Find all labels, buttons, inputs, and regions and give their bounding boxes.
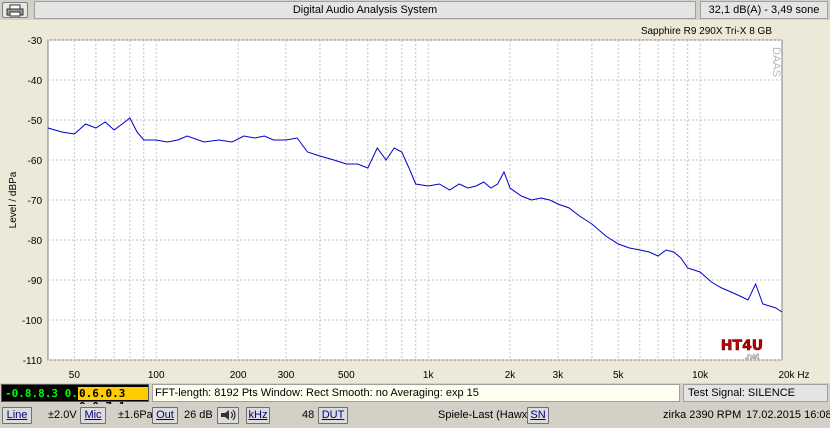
sn-button[interactable]: SN [527, 407, 549, 424]
date-time: 17.02.2015 16:08:31 [746, 409, 830, 421]
spectrum-chart: -30 -40 -50 -60 -70 -80 -90 -100 -110 50 100 200 300… [0, 20, 830, 383]
x-tick-label: 10k [692, 370, 709, 381]
title-bar: Digital Audio Analysis System 32,1 dB(A)… [0, 0, 830, 20]
x-tick-label: 500 [338, 370, 355, 381]
window-title: Digital Audio Analysis System [34, 1, 696, 19]
rpm-readout: zirka 2390 RPM [663, 409, 742, 421]
lcd-readout-2: 0.6.0.3 0.0.7.1 [78, 387, 148, 413]
sample-rate: 48 [302, 409, 315, 421]
x-tick-label: 200 [230, 370, 247, 381]
voltage-range: ±2.0V [48, 409, 77, 421]
spectrum-chart-svg: -30 -40 -50 -60 -70 -80 -90 -100 -110 50 100 200 300… [8, 26, 810, 381]
x-tick-label: 50 [69, 370, 81, 381]
x-tick-label: 5k [613, 370, 625, 381]
y-tick-label: -40 [28, 76, 43, 87]
x-tick-label: 2k [505, 370, 517, 381]
x-tick-label: 100 [148, 370, 165, 381]
x-tick-label: 3k [553, 370, 565, 381]
load-label: Spiele-Last (Hawx) [438, 409, 531, 421]
daas-watermark: DAAS [770, 47, 782, 77]
out-button[interactable]: Out [152, 407, 178, 424]
fft-info: FFT-length: 8192 Pts Window: Rect Smooth… [152, 384, 680, 402]
control-bar: Line ±2.0V Mic ±1.6Pa Out 26 dB kHz 48 D… [0, 404, 830, 428]
test-signal: Test Signal: SILENCE [683, 384, 828, 402]
svg-text:.net: .net [745, 352, 760, 361]
lcd-display: -0.8.8.3 0.0.0.1 0.6.0.3 0.0.7.1 [1, 384, 149, 413]
y-tick-label: -30 [28, 36, 43, 47]
x-tick-label: 20k Hz [778, 370, 809, 381]
y-tick-label: -90 [28, 276, 43, 287]
speaker-button[interactable] [217, 407, 239, 424]
pressure-range: ±1.6Pa [118, 409, 153, 421]
x-tick-label: 1k [423, 370, 435, 381]
device-label: Sapphire R9 290X Tri-X 8 GB [641, 26, 773, 37]
status-row: -0.8.8.3 0.0.0.1 0.6.0.3 0.0.7.1 FFT-len… [0, 383, 830, 413]
line-button[interactable]: Line [2, 407, 32, 424]
x-tick-label: 300 [278, 370, 295, 381]
gain-value: 26 dB [184, 409, 213, 421]
y-tick-label: -80 [28, 236, 43, 247]
mic-button[interactable]: Mic [80, 407, 106, 424]
y-tick-label: -60 [28, 156, 43, 167]
y-tick-label: -70 [28, 196, 43, 207]
y-tick-label: -110 [23, 356, 43, 367]
speaker-icon [221, 409, 236, 421]
y-tick-label: -50 [28, 116, 43, 127]
plot-area [47, 39, 783, 361]
y-axis-label: Level / dBPa [8, 171, 19, 228]
khz-button[interactable]: kHz [246, 407, 270, 424]
dut-button[interactable]: DUT [318, 407, 348, 424]
printer-icon [6, 4, 24, 17]
print-button[interactable] [2, 2, 28, 18]
level-readout: 32,1 dB(A) - 3,49 sone [700, 1, 828, 19]
y-tick-label: -100 [22, 316, 42, 327]
